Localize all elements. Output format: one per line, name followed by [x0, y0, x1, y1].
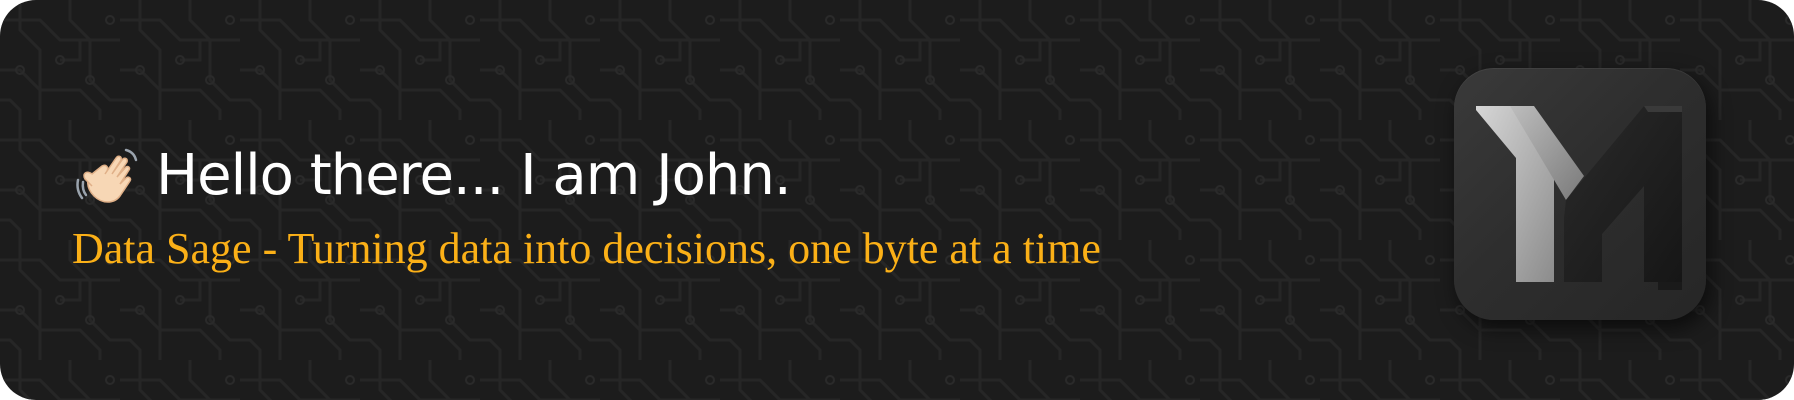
waving-hand-icon: [72, 140, 144, 212]
greeting-text: Hello there... I am John.: [156, 143, 792, 208]
m-logo-icon: [1476, 106, 1682, 290]
greeting-line: Hello there... I am John.: [72, 140, 792, 212]
logo-tile: [1454, 68, 1706, 320]
profile-banner: Hello there... I am John. Data Sage - Tu…: [0, 0, 1794, 400]
tagline-text: Data Sage - Turning data into decisions,…: [72, 224, 1101, 273]
